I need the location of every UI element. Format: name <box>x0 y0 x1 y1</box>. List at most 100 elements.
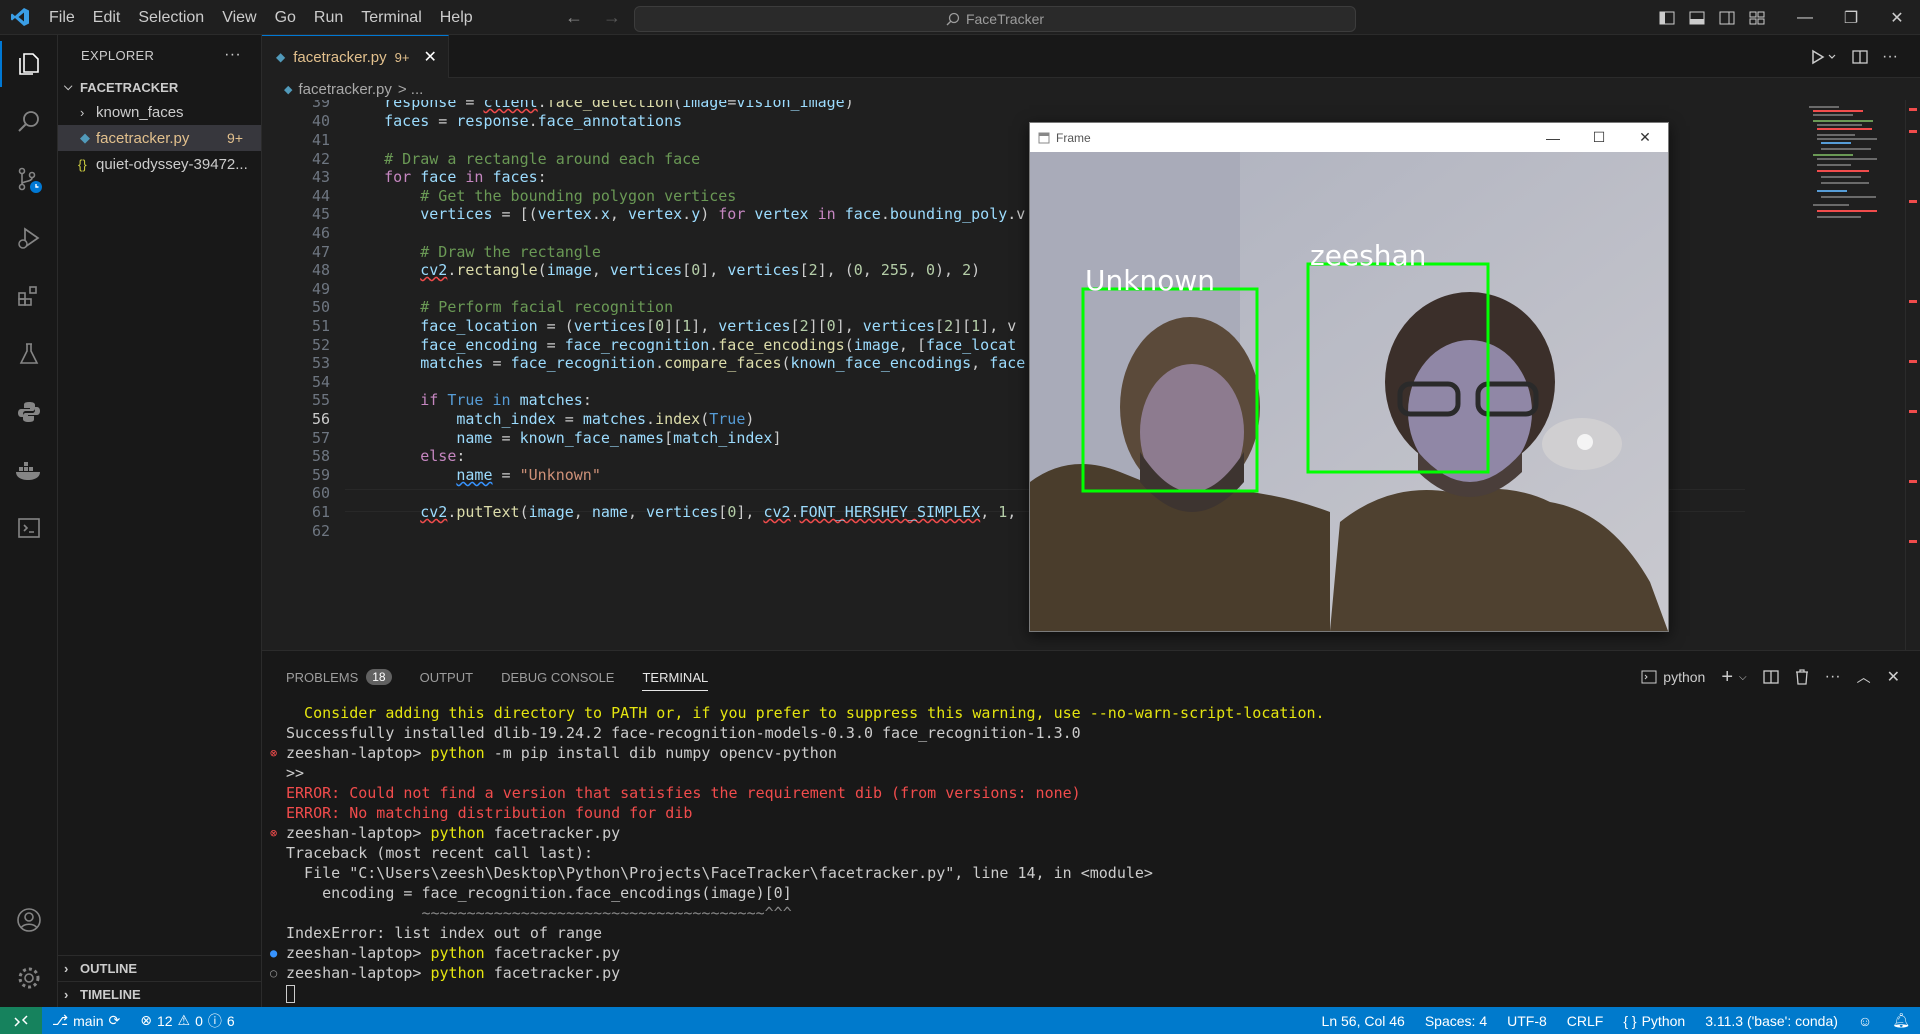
frame-maximize-icon[interactable]: ☐ <box>1576 123 1622 152</box>
forward-arrow-icon[interactable]: → <box>603 7 621 28</box>
explorer-more-actions-icon[interactable]: ··· <box>224 46 241 64</box>
terminal-line: File "C:\Users\zeesh\Desktop\Python\Proj… <box>286 864 1153 882</box>
menu-selection[interactable]: Selection <box>129 0 213 35</box>
toggle-secondary-sidebar-icon[interactable] <box>1712 0 1742 35</box>
docker-icon[interactable] <box>0 441 58 499</box>
sync-icon: ⟳ <box>108 1012 121 1028</box>
run-debug-icon[interactable] <box>0 209 58 267</box>
tree-item-label: facetracker.py <box>96 129 190 147</box>
nav-arrows: ← → <box>565 0 621 35</box>
branch-indicator[interactable]: ⎇ main ⟳ <box>42 1012 130 1029</box>
toggle-primary-sidebar-icon[interactable] <box>1652 0 1682 35</box>
tab-problem-count: 9+ <box>394 49 410 65</box>
timeline-section-header[interactable]: › TIMELINE <box>58 981 262 1007</box>
folder-section-header[interactable]: ⌵ FACETRACKER <box>58 75 261 99</box>
minimap[interactable] <box>1805 100 1905 650</box>
run-python-file-icon[interactable] <box>1810 49 1838 65</box>
code-line: vertices = [(vertex.x, vertex.y) for ver… <box>420 205 1026 223</box>
remote-explorer-icon[interactable] <box>0 499 58 557</box>
terminal-output[interactable]: Consider adding this directory to PATH o… <box>270 703 1886 1003</box>
cursor-position[interactable]: Ln 56, Col 46 <box>1312 1013 1415 1029</box>
problems-indicator[interactable]: ⊗ 12 ⚠ 0 ⓘ 6 <box>130 1011 244 1031</box>
manage-gear-icon[interactable] <box>0 949 58 1007</box>
close-panel-icon[interactable]: ✕ <box>1887 667 1900 687</box>
code-line: cv2.rectangle(image, vertices[0], vertic… <box>420 261 981 279</box>
close-window-icon[interactable]: ✕ <box>1874 0 1920 35</box>
back-arrow-icon[interactable]: ← <box>565 7 583 28</box>
command-pending-icon[interactable]: ○ <box>270 963 277 983</box>
terminal-line: IndexError: list index out of range <box>286 924 603 942</box>
feedback-icon[interactable]: ☺ <box>1848 1013 1882 1029</box>
title-bar-controls: — ❐ ✕ <box>1652 0 1920 35</box>
language-mode[interactable]: { } Python <box>1613 1013 1695 1029</box>
tree-item-known-faces[interactable]: › known_faces <box>58 99 261 125</box>
toggle-panel-icon[interactable] <box>1682 0 1712 35</box>
editor-scrollbar[interactable] <box>1905 100 1920 650</box>
face-label-unknown: Unknown <box>1085 264 1215 297</box>
menu-view[interactable]: View <box>213 0 265 35</box>
tab-problems[interactable]: PROBLEMS 18 <box>286 651 392 703</box>
notifications-bell-icon[interactable]: 🔔︎ <box>1882 1012 1920 1029</box>
timeline-label: TIMELINE <box>80 987 141 1002</box>
terminal-line: ERROR: No matching distribution found fo… <box>286 804 693 822</box>
terminal-cursor-line[interactable] <box>286 983 1886 1003</box>
customize-layout-icon[interactable] <box>1742 0 1772 35</box>
maximize-panel-icon[interactable]: ︿ <box>1857 667 1871 687</box>
split-editor-icon[interactable] <box>1852 49 1868 65</box>
more-actions-icon[interactable]: ··· <box>1825 668 1841 686</box>
menu-run[interactable]: Run <box>305 0 352 35</box>
new-terminal-icon[interactable]: + <box>1721 666 1733 689</box>
tree-item-json[interactable]: {} quiet-odyssey-39472... <box>58 151 261 177</box>
frame-app-icon <box>1038 132 1050 143</box>
source-control-icon[interactable] <box>0 151 58 209</box>
terminal-instance[interactable]: python <box>1641 669 1705 685</box>
breadcrumb-rest[interactable]: > ... <box>398 81 423 98</box>
restore-icon[interactable]: ❐ <box>1828 0 1874 35</box>
terminal-line: ⊗ zeeshan-laptop> python -m pip install d… <box>270 744 837 762</box>
menu-file[interactable]: File <box>40 0 84 35</box>
more-actions-icon[interactable]: ··· <box>1882 48 1898 66</box>
python-icon[interactable] <box>0 383 58 441</box>
opencv-frame-window[interactable]: Frame — ☐ ✕ Unknown zeeshan <box>1029 122 1669 632</box>
code-line: matches = face_recognition.compare_faces… <box>420 354 1026 372</box>
minimize-icon[interactable]: — <box>1782 0 1828 35</box>
line-endings[interactable]: CRLF <box>1557 1013 1614 1029</box>
command-failed-icon[interactable]: ⊗ <box>270 823 277 843</box>
tab-output[interactable]: OUTPUT <box>420 651 473 703</box>
vscode-logo-icon[interactable] <box>0 0 40 35</box>
face-label-zeeshan: zeeshan <box>1310 239 1426 272</box>
accounts-icon[interactable] <box>0 891 58 949</box>
menu-go[interactable]: Go <box>266 0 305 35</box>
frame-minimize-icon[interactable]: — <box>1530 123 1576 152</box>
tab-debug-console[interactable]: DEBUG CONSOLE <box>501 651 614 703</box>
split-terminal-icon[interactable] <box>1762 669 1779 685</box>
menu-terminal[interactable]: Terminal <box>352 0 430 35</box>
info-icon: ⓘ <box>207 1012 222 1029</box>
remote-indicator-icon[interactable] <box>0 1007 42 1034</box>
search-icon[interactable] <box>0 93 58 151</box>
explorer-icon[interactable] <box>0 35 58 93</box>
frame-close-icon[interactable]: ✕ <box>1622 123 1668 152</box>
command-decoration-icon[interactable]: ● <box>270 943 277 963</box>
chevron-down-icon[interactable]: ⌵ <box>1739 672 1747 683</box>
breadcrumb-file[interactable]: facetracker.py <box>298 81 391 98</box>
file-encoding[interactable]: UTF-8 <box>1497 1013 1557 1029</box>
python-interpreter[interactable]: 3.11.3 ('base': conda) <box>1695 1013 1848 1029</box>
command-failed-icon[interactable]: ⊗ <box>270 743 277 763</box>
tab-label: TERMINAL <box>642 669 709 685</box>
testing-icon[interactable] <box>0 325 58 383</box>
tab-terminal[interactable]: TERMINAL <box>642 651 708 703</box>
trash-icon[interactable] <box>1795 669 1809 685</box>
outline-section-header[interactable]: › OUTLINE <box>58 955 262 981</box>
close-tab-icon[interactable]: ✕ <box>423 47 436 67</box>
frame-title-bar[interactable]: Frame — ☐ ✕ <box>1030 123 1668 152</box>
extensions-icon[interactable] <box>0 267 58 325</box>
tab-label: PROBLEMS <box>286 669 359 685</box>
menu-help[interactable]: Help <box>431 0 482 35</box>
command-center[interactable]: FaceTracker <box>634 6 1356 32</box>
menu-edit[interactable]: Edit <box>84 0 130 35</box>
problem-badge: 9+ <box>227 130 243 146</box>
tab-facetracker-py[interactable]: ◆ facetracker.py 9+ ✕ <box>262 35 449 78</box>
tree-item-facetracker-py[interactable]: ◆ facetracker.py 9+ <box>58 125 261 151</box>
indentation[interactable]: Spaces: 4 <box>1415 1013 1497 1029</box>
